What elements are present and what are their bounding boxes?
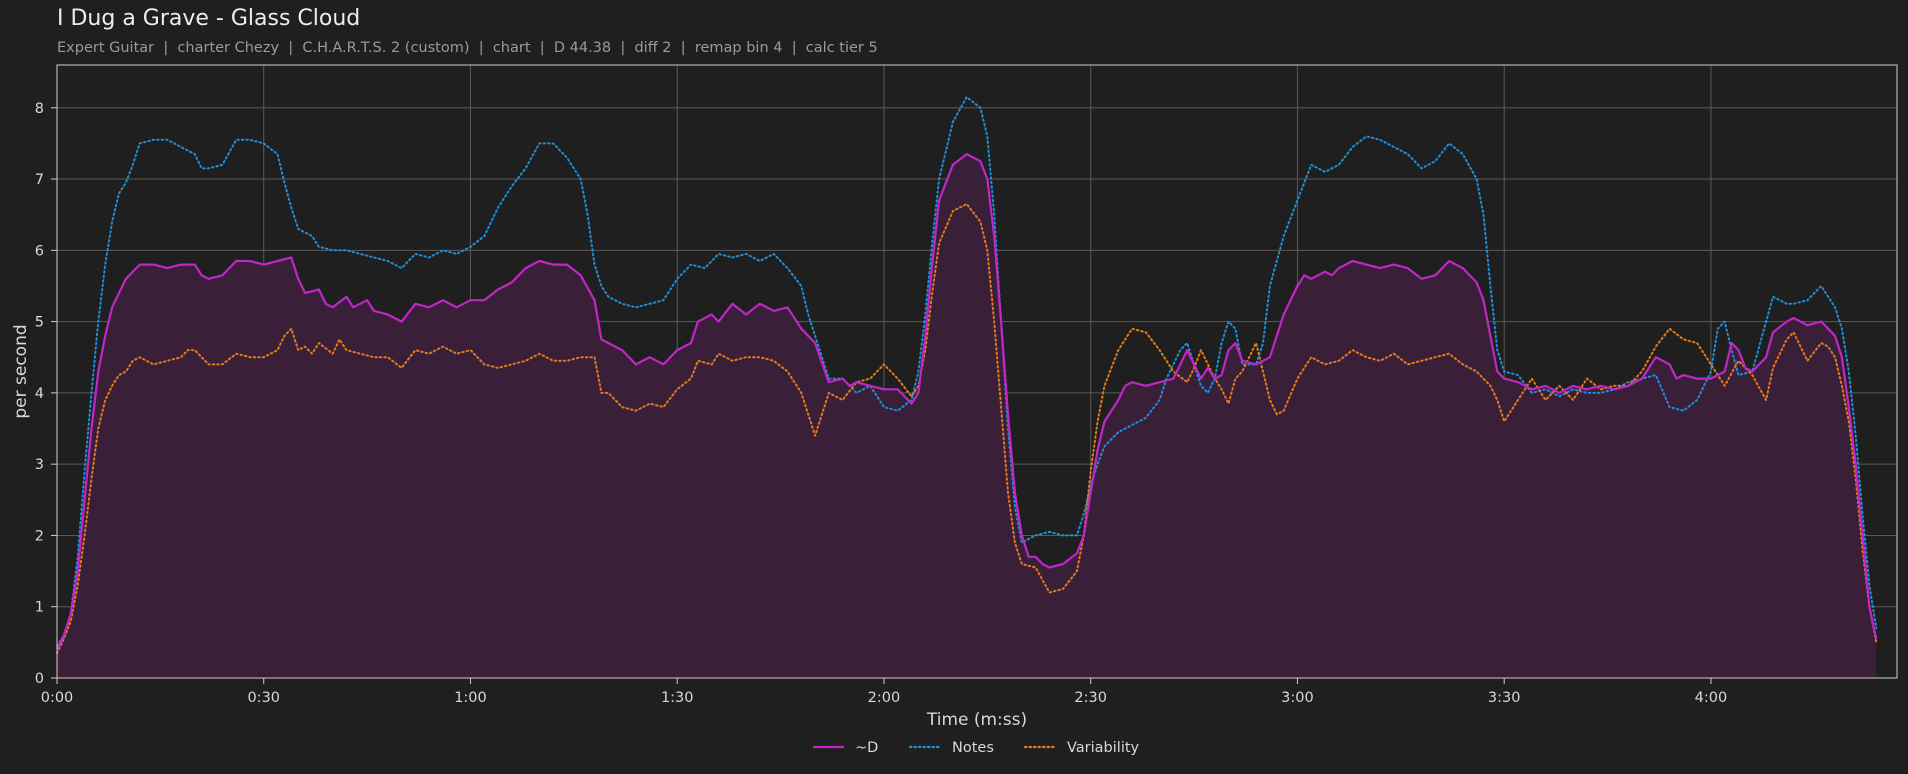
x-tick-label: 2:30 [1074, 690, 1107, 706]
x-tick-label: 0:00 [41, 690, 74, 706]
y-tick-label: 1 [35, 600, 44, 616]
series-area-d [57, 154, 1877, 679]
y-tick-label: 7 [35, 172, 44, 188]
y-tick-label: 5 [35, 315, 44, 331]
y-tick-label: 2 [35, 528, 44, 544]
chart: 0:00 0:30 1:00 1:30 2:00 2:30 3:00 3:30 4:00 0 1 2 3… [11, 64, 1898, 756]
x-tick-label: 2:00 [868, 690, 901, 706]
x-tick-label: 4:00 [1695, 690, 1728, 706]
legend-label-notes: Notes [952, 740, 994, 756]
x-tick-label: 3:30 [1488, 690, 1521, 706]
x-tick-label: 1:00 [454, 690, 487, 706]
y-tick-label: 8 [35, 101, 44, 117]
x-tick-label: 0:30 [247, 690, 280, 706]
legend-label-variability: Variability [1067, 740, 1140, 756]
x-tick-label: 3:00 [1281, 690, 1314, 706]
legend-label-d: ~D [855, 740, 878, 756]
series-group [56, 96, 1878, 679]
y-tick-label: 6 [35, 243, 44, 259]
y-axis-title: per second [11, 324, 31, 418]
legend: ~D Notes Variability [813, 740, 1140, 756]
y-tick-label: 3 [35, 457, 44, 473]
x-tick-label: 1:30 [661, 690, 694, 706]
x-axis-title: Time (m:ss) [926, 710, 1027, 730]
y-tick-label: 4 [35, 386, 44, 402]
y-tick-label: 0 [35, 671, 44, 687]
